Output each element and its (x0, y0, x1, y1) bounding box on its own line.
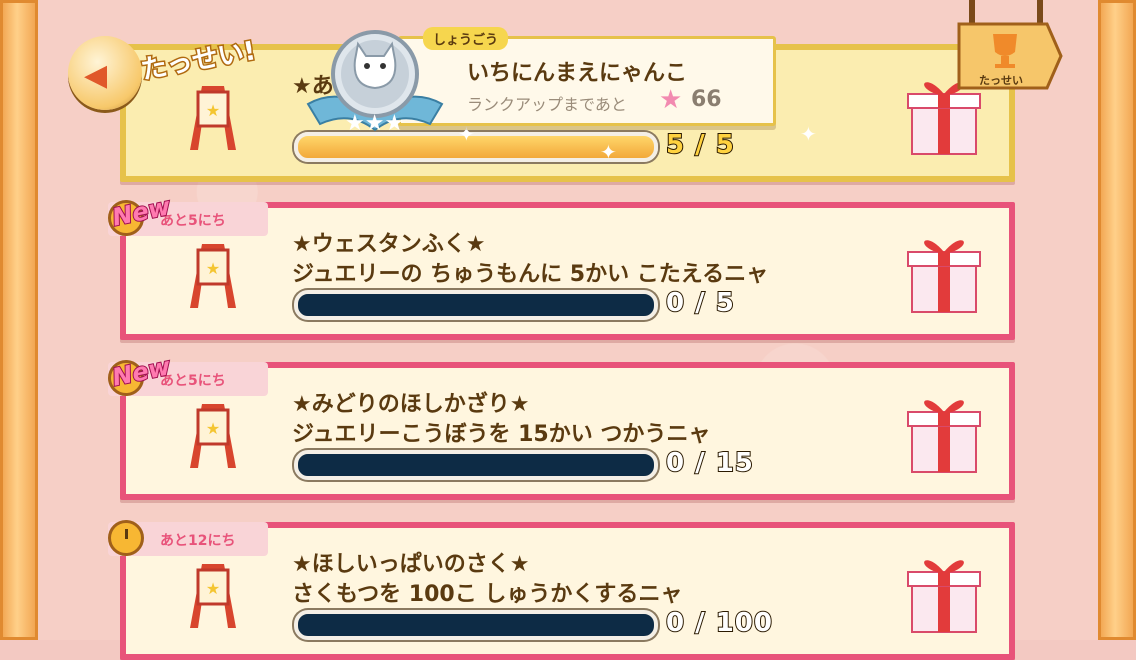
rank-remaining: 66 (691, 87, 722, 112)
cat-medal-icon: ★★★ (306, 30, 444, 136)
back-arrow-icon: ◀ (84, 58, 108, 93)
popup-title: いちにんまえにゃんこ (467, 61, 688, 86)
frame-right (1098, 0, 1136, 640)
svg-text:★: ★ (206, 259, 220, 278)
svg-text:★: ★ (206, 101, 220, 120)
rank-up-text: ランクアップまであと (467, 95, 627, 114)
progress-bar (294, 450, 658, 480)
mission-title: ★ウェスタンふく★ (292, 232, 486, 257)
achievement-button-label-wrap: たっせい (955, 0, 1065, 95)
gift-icon[interactable] (906, 230, 982, 316)
svg-text:★: ★ (206, 579, 220, 598)
title-popup: しょうごう いちにんまえにゃんこ ランクアップまであと ★ 66 (398, 27, 776, 126)
achievement-button-label: たっせい (979, 74, 1023, 87)
star-icon: ★ (659, 85, 683, 115)
progress-count: 0 / 15 (665, 447, 754, 479)
deadline-text: あと12にち (160, 533, 236, 549)
progress-count: 5 / 5 (665, 129, 735, 161)
deadline-tag: あと12にち (108, 520, 268, 556)
back-button[interactable]: ◀ (68, 36, 142, 110)
signboard-icon: ★ (190, 86, 236, 150)
progress-bar (294, 610, 658, 640)
sparkle-icon: ✦ (600, 140, 617, 164)
mission-description: さくもつを 100こ しゅうかくするニャ (292, 582, 683, 607)
sparkle-icon: ✦ (800, 122, 817, 146)
progress-bar (294, 290, 658, 320)
mission-description: ジュエリーこうぼうを 15かい つかうニャ (292, 422, 711, 447)
gift-icon[interactable] (906, 390, 982, 476)
svg-text:★: ★ (206, 419, 220, 438)
signboard-icon: ★ (190, 404, 236, 468)
svg-text:★★★: ★★★ (345, 111, 404, 136)
mission-title: ★みどりのほしかざり★ (292, 392, 530, 417)
progress-count: 0 / 5 (665, 287, 735, 319)
frame-left (0, 0, 38, 640)
signboard-icon: ★ (190, 564, 236, 628)
gift-icon[interactable] (906, 550, 982, 636)
mission-title: ★ほしいっぱいのさく★ (292, 552, 530, 577)
progress-count: 0 / 100 (665, 607, 773, 639)
clock-icon (108, 520, 144, 556)
mission-description: ジュエリーの ちゅうもんに 5かい こたえるニャ (292, 262, 769, 287)
signboard-icon: ★ (190, 244, 236, 308)
